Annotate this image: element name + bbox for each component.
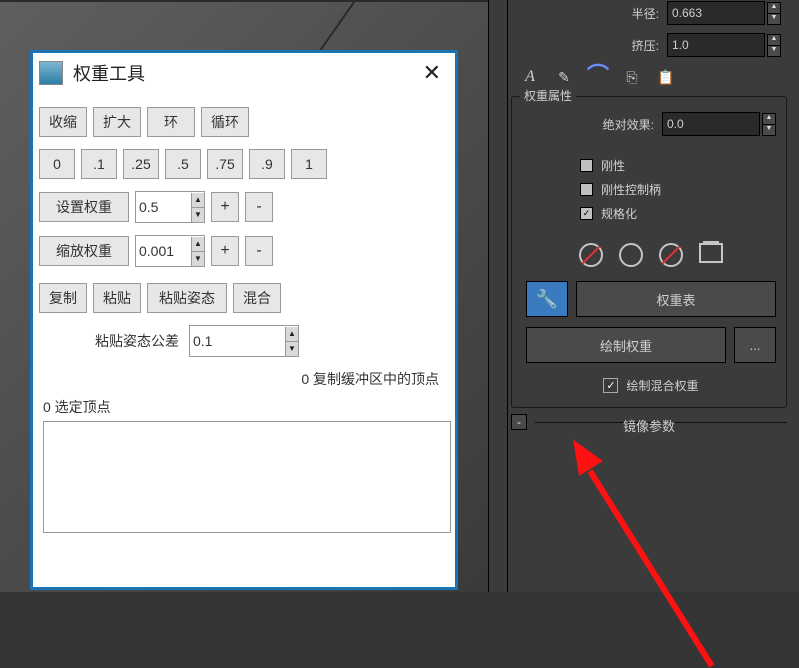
weight-table-button[interactable]: 权重表 <box>576 281 776 317</box>
preset-2-button[interactable]: .25 <box>123 149 159 179</box>
rigid-checkbox[interactable] <box>580 159 593 172</box>
rigid-handle-label: 刚性控制柄 <box>601 181 661 198</box>
normalize-label: 规格化 <box>601 205 637 222</box>
grow-button[interactable]: 扩大 <box>93 107 141 137</box>
rigid-handle-checkbox[interactable] <box>580 183 593 196</box>
dialog-title: 权重工具 <box>73 60 417 86</box>
spinner-up-icon[interactable]: ▲ <box>191 193 204 207</box>
rollout-edge[interactable] <box>489 0 508 592</box>
abs-effect-spinner[interactable]: ▲▼ <box>762 113 776 136</box>
copy-icon[interactable]: ⎘ <box>623 68 641 86</box>
shrink-button[interactable]: 收缩 <box>39 107 87 137</box>
spinner-down-icon[interactable]: ▼ <box>191 251 204 266</box>
mirror-title: 镜像参数 <box>511 416 787 435</box>
weight-attrs-group: 权重属性 绝对效果: ▲▼ 刚性 刚性控制柄 ✓ 规格化 <box>511 96 787 408</box>
preset-0-button[interactable]: 0 <box>39 149 75 179</box>
spinner-up-icon[interactable]: ▲ <box>191 237 204 251</box>
scale-weight-minus-button[interactable]: - <box>245 236 273 266</box>
tolerance-spinner[interactable]: ▲▼ <box>189 325 299 357</box>
weight-tool-dialog: 权重工具 ✕ 收缩 扩大 环 循环 0 .1 .25 .5 .75 .9 1 设… <box>30 50 458 590</box>
preset-1-button[interactable]: .1 <box>81 149 117 179</box>
scale-weight-button[interactable]: 缩放权重 <box>39 236 129 266</box>
include-vertex-icon[interactable] <box>619 243 643 267</box>
loop-button[interactable]: 循环 <box>201 107 249 137</box>
ring-button[interactable]: 环 <box>147 107 195 137</box>
squash-label: 挤压: <box>632 37 659 54</box>
curve-icon[interactable]: ⌒ <box>589 65 607 83</box>
paste-pose-button[interactable]: 粘贴姿态 <box>147 283 227 313</box>
close-icon[interactable]: ✕ <box>417 60 447 86</box>
preset-6-button[interactable]: 1 <box>291 149 327 179</box>
normalize-checkbox[interactable]: ✓ <box>580 207 593 220</box>
scale-weight-input[interactable] <box>136 236 191 266</box>
blend-button[interactable]: 混合 <box>233 283 281 313</box>
abs-effect-input[interactable] <box>662 112 760 136</box>
app-icon <box>39 61 63 85</box>
spinner-down-icon[interactable]: ▼ <box>285 341 298 356</box>
paint-weights-button[interactable]: 绘制权重 <box>526 327 726 363</box>
abs-effect-label: 绝对效果: <box>603 116 654 133</box>
bake-icon[interactable] <box>699 243 723 263</box>
rigid-label: 刚性 <box>601 157 625 174</box>
spinner-down-icon[interactable]: ▼ <box>191 207 204 222</box>
set-weight-plus-button[interactable]: + <box>211 192 239 222</box>
copy-button[interactable]: 复制 <box>39 283 87 313</box>
squash-input[interactable] <box>667 33 765 57</box>
preset-4-button[interactable]: .75 <box>207 149 243 179</box>
wrench-icon: 🔧 <box>536 289 558 310</box>
collapse-icon[interactable]: - <box>511 414 527 430</box>
tolerance-label: 粘贴姿态公差 <box>95 331 179 351</box>
pencil-icon[interactable]: ✎ <box>555 68 573 86</box>
weight-attrs-title: 权重属性 <box>520 87 576 104</box>
text-a-icon[interactable]: A <box>521 68 539 86</box>
squash-spinner[interactable]: ▲▼ <box>767 34 781 57</box>
radius-label: 半径: <box>632 5 659 22</box>
paste-button[interactable]: 粘贴 <box>93 283 141 313</box>
paint-options-button[interactable]: ... <box>734 327 776 363</box>
dialog-titlebar[interactable]: 权重工具 ✕ <box>33 53 455 93</box>
preset-3-button[interactable]: .5 <box>165 149 201 179</box>
wrench-button[interactable]: 🔧 <box>526 281 568 317</box>
spinner-up-icon[interactable]: ▲ <box>285 327 298 341</box>
paint-blend-label: 绘制混合权重 <box>626 377 698 394</box>
set-weight-spinner[interactable]: ▲▼ <box>135 191 205 223</box>
preset-5-button[interactable]: .9 <box>249 149 285 179</box>
viewport-edge <box>0 0 495 2</box>
scale-weight-spinner[interactable]: ▲▼ <box>135 235 205 267</box>
exclude-vertex-icon[interactable] <box>579 243 603 267</box>
set-weight-input[interactable] <box>136 192 191 222</box>
tolerance-input[interactable] <box>190 326 285 356</box>
scale-weight-plus-button[interactable]: + <box>211 236 239 266</box>
set-weight-button[interactable]: 设置权重 <box>39 192 129 222</box>
buffer-info-label: 0 复制缓冲区中的顶点 <box>39 369 449 389</box>
paint-blend-checkbox[interactable]: ✓ <box>603 378 618 393</box>
paste-icon[interactable]: 📋 <box>657 68 675 86</box>
selected-verts-label: 0 选定顶点 <box>43 397 449 417</box>
command-panel: 半径: ▲▼ 挤压: ▲▼ A ✎ ⌒ ⎘ 📋 权重属性 绝对效果: ▲▼ <box>488 0 799 592</box>
select-excluded-icon[interactable] <box>659 243 683 267</box>
radius-input[interactable] <box>667 1 765 25</box>
radius-spinner[interactable]: ▲▼ <box>767 2 781 25</box>
set-weight-minus-button[interactable]: - <box>245 192 273 222</box>
vertex-listbox[interactable] <box>43 421 451 533</box>
dialog-body: 收缩 扩大 环 循环 0 .1 .25 .5 .75 .9 1 设置权重 ▲▼ … <box>33 93 455 539</box>
